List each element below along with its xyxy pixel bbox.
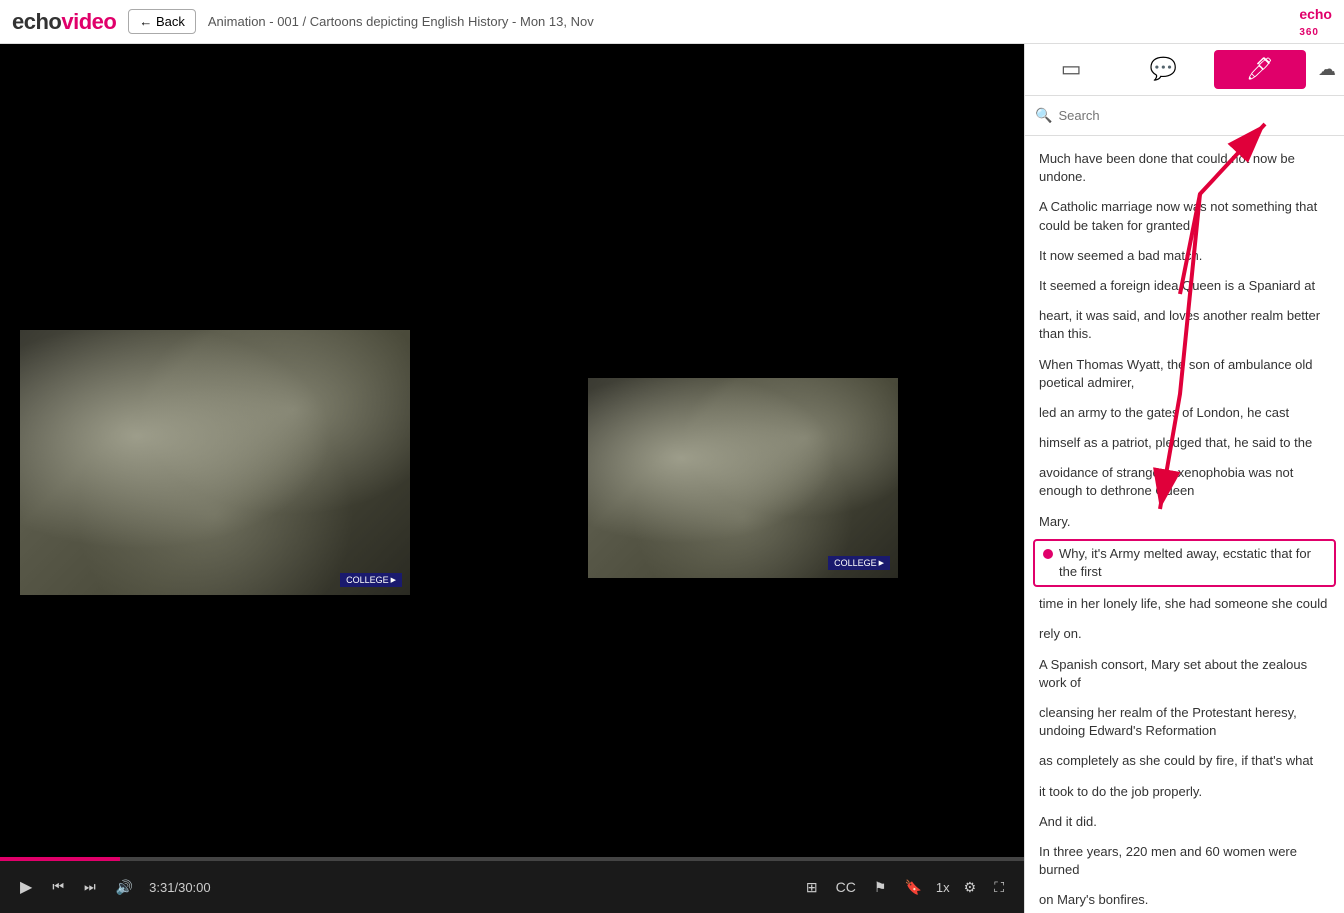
video-frame-right: COLLEGE	[588, 378, 898, 578]
tab-notes[interactable]: 🖊	[1214, 50, 1306, 89]
transcript-item[interactable]: When Thomas Wyatt, the son of ambulance …	[1025, 350, 1344, 398]
transcript-item[interactable]: on Mary's bonfires.	[1025, 885, 1344, 913]
header: echovideo ← Back Animation - 001 / Carto…	[0, 0, 1344, 44]
volume-button[interactable]: 🔊	[112, 875, 137, 900]
logo-video: video	[61, 9, 116, 35]
transcript-text: In three years, 220 men and 60 women wer…	[1039, 843, 1330, 879]
transcript-item[interactable]: led an army to the gates of London, he c…	[1025, 398, 1344, 428]
transcript-text: rely on.	[1039, 625, 1082, 643]
transcript-item[interactable]: In three years, 220 men and 60 women wer…	[1025, 837, 1344, 885]
search-bar: 🔍	[1025, 96, 1344, 136]
video-area: COLLEGE COLLEGE ▶ ⏮ ⏭ 🔊 3:31/30:00 ⊞ CC …	[0, 44, 1024, 913]
active-dot	[1043, 549, 1053, 559]
video-controls: ▶ ⏮ ⏭ 🔊 3:31/30:00 ⊞ CC ⚑ 🔖 1x ⚙ ⛶	[0, 861, 1024, 913]
transcript-text: It now seemed a bad match.	[1039, 247, 1202, 265]
video-frame-left: COLLEGE	[20, 330, 410, 595]
transcript-text: heart, it was said, and loves another re…	[1039, 307, 1330, 343]
bookmark-button[interactable]: 🔖	[900, 875, 925, 900]
controls-right: ⊞ CC ⚑ 🔖 1x ⚙ ⛶	[802, 875, 1008, 900]
settings-button[interactable]: ⚙	[960, 875, 981, 900]
video-content: COLLEGE COLLEGE	[0, 44, 1024, 861]
transcript-item[interactable]: it took to do the job properly.	[1025, 777, 1344, 807]
rewind-button[interactable]: ⏮	[48, 875, 68, 899]
transcript-text: Much have been done that could not now b…	[1039, 150, 1330, 186]
transcript-item[interactable]: heart, it was said, and loves another re…	[1025, 301, 1344, 349]
transcript-item[interactable]: cleansing her realm of the Protestant he…	[1025, 698, 1344, 746]
transcript-text: avoidance of strangers, xenophobia was n…	[1039, 464, 1330, 500]
transcript-item[interactable]: as completely as she could by fire, if t…	[1025, 746, 1344, 776]
transcript-text: And it did.	[1039, 813, 1097, 831]
search-icon: 🔍	[1035, 107, 1052, 124]
right-panel: ▭ 💬 🖊 ☁ 🔍 Much have been done that could…	[1024, 44, 1344, 913]
fullscreen-button[interactable]: ⛶	[990, 875, 1008, 900]
transcript-text: Why, it's Army melted away, ecstatic tha…	[1059, 545, 1326, 581]
speed-button[interactable]: 1x	[936, 880, 950, 895]
transcript-text: time in her lonely life, she had someone…	[1039, 595, 1327, 613]
transcript-text: himself as a patriot, pledged that, he s…	[1039, 434, 1312, 452]
play-button[interactable]: ▶	[16, 873, 36, 901]
flag-button[interactable]: ⚑	[870, 875, 891, 900]
transcript-text: on Mary's bonfires.	[1039, 891, 1148, 909]
transcript-item[interactable]: rely on.	[1025, 619, 1344, 649]
transcript-item[interactable]: A Catholic marriage now was not somethin…	[1025, 192, 1344, 240]
transcript-list[interactable]: Much have been done that could not now b…	[1025, 136, 1344, 913]
college-badge-right: COLLEGE	[828, 556, 890, 570]
frame-texture-left	[20, 330, 410, 595]
transcript-text: led an army to the gates of London, he c…	[1039, 404, 1289, 422]
panel-tabs: ▭ 💬 🖊 ☁	[1025, 44, 1344, 96]
transcript-item[interactable]: It now seemed a bad match.	[1025, 241, 1344, 271]
transcript-item[interactable]: himself as a patriot, pledged that, he s…	[1025, 428, 1344, 458]
main-area: COLLEGE COLLEGE ▶ ⏮ ⏭ 🔊 3:31/30:00 ⊞ CC …	[0, 44, 1344, 913]
cloud-button[interactable]: ☁	[1310, 44, 1344, 95]
transcript-text: cleansing her realm of the Protestant he…	[1039, 704, 1330, 740]
time-display: 3:31/30:00	[149, 880, 210, 895]
transcript-text: When Thomas Wyatt, the son of ambulance …	[1039, 356, 1330, 392]
tab-slides[interactable]: ▭	[1025, 44, 1117, 95]
transcript-text: It seemed a foreign idea Queen is a Span…	[1039, 277, 1315, 295]
back-button[interactable]: ← Back	[128, 9, 196, 34]
echo360-logo: echo360	[1299, 6, 1332, 38]
tab-chat[interactable]: 💬	[1117, 44, 1209, 95]
transcript-text: A Spanish consort, Mary set about the ze…	[1039, 656, 1330, 692]
transcript-item[interactable]: avoidance of strangers, xenophobia was n…	[1025, 458, 1344, 506]
layout-button[interactable]: ⊞	[802, 875, 822, 900]
transcript-item[interactable]: It seemed a foreign idea Queen is a Span…	[1025, 271, 1344, 301]
logo: echovideo	[12, 9, 116, 35]
transcript-text: as completely as she could by fire, if t…	[1039, 752, 1313, 770]
frame-texture-right	[588, 378, 898, 578]
transcript-item[interactable]: And it did.	[1025, 807, 1344, 837]
breadcrumb: Animation - 001 / Cartoons depicting Eng…	[208, 14, 1287, 29]
search-input[interactable]	[1058, 108, 1334, 123]
captions-button[interactable]: CC	[832, 875, 860, 899]
transcript-item[interactable]: time in her lonely life, she had someone…	[1025, 589, 1344, 619]
transcript-text: Mary.	[1039, 513, 1071, 531]
video-frames: COLLEGE COLLEGE	[0, 44, 1024, 861]
college-badge-left: COLLEGE	[340, 573, 402, 587]
transcript-item[interactable]: Much have been done that could not now b…	[1025, 144, 1344, 192]
transcript-item[interactable]: Mary.	[1025, 507, 1344, 537]
transcript-text: A Catholic marriage now was not somethin…	[1039, 198, 1330, 234]
transcript-item[interactable]: A Spanish consort, Mary set about the ze…	[1025, 650, 1344, 698]
transcript-text: it took to do the job properly.	[1039, 783, 1202, 801]
logo-echo: echo	[12, 9, 61, 35]
fast-forward-button[interactable]: ⏭	[80, 875, 100, 899]
transcript-item[interactable]: Why, it's Army melted away, ecstatic tha…	[1033, 539, 1336, 587]
